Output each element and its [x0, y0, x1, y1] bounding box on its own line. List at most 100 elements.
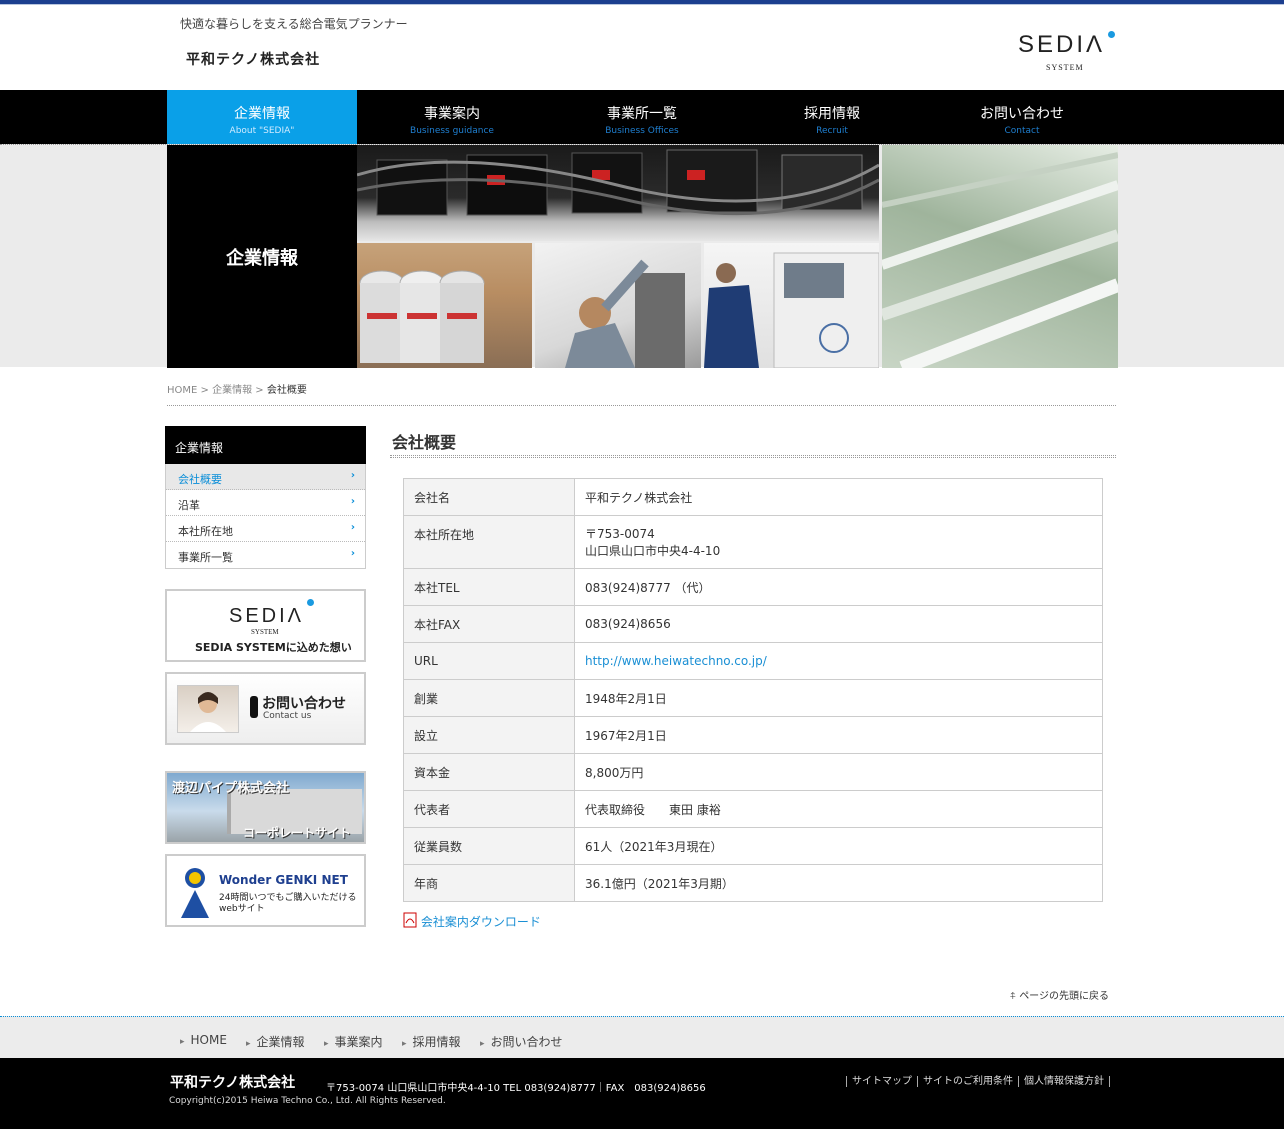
contact-banner[interactable]: お問い合わせ Contact us: [165, 672, 366, 745]
row-label: 設立: [403, 716, 575, 754]
table-row: 会社名 平和テクノ株式会社: [403, 478, 1103, 516]
nav-item-offices[interactable]: 事業所一覧 Business Offices: [547, 90, 737, 144]
row-value: 083(924)8656: [574, 605, 1103, 643]
sidebar-item-overview[interactable]: 会社概要 ›: [166, 464, 365, 490]
table-row: 本社所在地 〒753-0074 山口県山口市中央4-4-10: [403, 515, 1103, 569]
footer-nav-home[interactable]: ▸ HOME: [180, 1033, 227, 1047]
row-label: 従業員数: [403, 827, 575, 865]
row-label: URL: [403, 642, 575, 680]
company-logo[interactable]: 平和テクノ株式会社: [186, 49, 320, 69]
mascot-icon: [181, 868, 209, 918]
nav-item-contact[interactable]: お問い合わせ Contact: [927, 90, 1117, 144]
footer-nav-label: 事業案内: [334, 1035, 383, 1049]
hero-photo-pipes-art: [882, 152, 1118, 368]
hero-photo-cables-art: [359, 270, 485, 363]
sidebar-item-offices[interactable]: 事業所一覧 ›: [166, 542, 365, 568]
contact-banner-title: お問い合わせ: [262, 696, 346, 712]
sedia-logo[interactable]: SEDIΛ SYSTEM: [1018, 31, 1118, 77]
hero-title: 企業情報: [167, 145, 357, 368]
company-info-table: 会社名 平和テクノ株式会社 本社所在地 〒753-0074 山口県山口市中央4-4-1…: [403, 478, 1103, 902]
wonder-genki-banner[interactable]: Wonder GENKI NET 24時間いつでもご購入いただける webサイト: [165, 854, 366, 927]
nav-item-recruit[interactable]: 採用情報 Recruit: [737, 90, 927, 144]
nav-label: 企業情報: [234, 106, 290, 122]
hero-photo-pipes: [882, 145, 1118, 368]
watanabe-banner-sub: コーポレートサイト: [243, 826, 352, 840]
chevron-right-icon: ▸: [480, 1039, 485, 1049]
breadcrumb-separator: >: [255, 385, 264, 396]
pdf-icon: [403, 912, 417, 928]
chevron-right-icon: ›: [350, 522, 355, 533]
back-to-top-link[interactable]: ⍏ ページの先頭に戻る: [1010, 987, 1109, 1002]
sidebar-item-label: 沿革: [178, 499, 200, 512]
brochure-download-link[interactable]: 会社案内ダウンロード: [403, 912, 541, 930]
watanabe-pipe-banner[interactable]: 渡辺パイプ株式会社 コーポレートサイト: [165, 771, 366, 844]
footer-nav-contact[interactable]: ▸ お問い合わせ: [480, 1033, 563, 1050]
site-footer: 平和テクノ株式会社 〒753-0074 山口県山口市中央4-4-10 TEL 0…: [0, 1058, 1284, 1129]
contact-banner-sub: Contact us: [263, 711, 312, 721]
nav-sublabel: Contact: [1004, 126, 1040, 136]
footer-nav-business[interactable]: ▸ 事業案内: [324, 1033, 383, 1050]
row-value: 1948年2月1日: [574, 679, 1103, 717]
chevron-right-icon: ›: [350, 548, 355, 559]
footer-link-terms[interactable]: サイトのご利用条件: [917, 1076, 1018, 1087]
sidebar-item-history[interactable]: 沿革 ›: [166, 490, 365, 516]
footer-nav-label: 採用情報: [412, 1035, 461, 1049]
row-label: 本社所在地: [403, 515, 575, 569]
table-row: 年商 36.1億円（2021年3月期）: [403, 864, 1103, 902]
breadcrumb-separator: >: [200, 385, 209, 396]
hero-photo-van: [704, 243, 879, 368]
table-row: 従業員数 61人（2021年3月現在）: [403, 827, 1103, 865]
chevron-right-icon: ›: [350, 496, 355, 507]
row-value: 代表取締役 東田 康裕: [574, 790, 1103, 828]
sidebar-menu: 会社概要 › 沿革 › 本社所在地 › 事業所一覧 ›: [165, 464, 366, 569]
sidebar-item-label: 本社所在地: [178, 525, 233, 538]
nav-sublabel: Business Offices: [605, 126, 679, 136]
watanabe-banner-title: 渡辺パイプ株式会社: [172, 781, 290, 796]
footer-link-sitemap[interactable]: サイトマップ: [846, 1076, 917, 1087]
table-row: 本社FAX 083(924)8656: [403, 605, 1103, 643]
website-link[interactable]: http://www.heiwatechno.co.jp/: [585, 654, 767, 668]
genki-banner-title: Wonder GENKI NET: [219, 873, 348, 887]
nav-label: 事業案内: [424, 106, 480, 122]
footer-link-privacy[interactable]: 個人情報保護方針: [1018, 1076, 1110, 1087]
row-label: 本社FAX: [403, 605, 575, 643]
table-row: 設立 1967年2月1日: [403, 716, 1103, 754]
row-label: 年商: [403, 864, 575, 902]
chevron-right-icon: ›: [350, 470, 355, 481]
sidebar: 企業情報 会社概要 › 沿革 › 本社所在地 › 事業所一覧 ›: [165, 426, 366, 569]
table-row: URL http://www.heiwatechno.co.jp/: [403, 642, 1103, 680]
address: 山口県山口市中央4-4-10: [585, 544, 721, 558]
sidebar-item-label: 事業所一覧: [178, 551, 233, 564]
sedia-logo-word: SEDIΛ: [1018, 31, 1106, 58]
sedia-system-banner[interactable]: SEDIΛ SYSTEM SEDIA SYSTEMに込めた想い: [165, 589, 366, 662]
sidebar-item-headquarters[interactable]: 本社所在地 ›: [166, 516, 365, 542]
postal-code: 〒753-0074: [585, 527, 655, 541]
footer-nav-about[interactable]: ▸ 企業情報: [246, 1033, 305, 1050]
sidebar-heading: 企業情報: [165, 426, 366, 464]
main-content: 会社概要 会社名 平和テクノ株式会社 本社所在地 〒753-0074 山口県山口市中央…: [390, 426, 1116, 929]
arrow-up-icon: ⍏: [1010, 991, 1016, 1002]
hero-photo-panels: [357, 145, 879, 241]
title-divider: [390, 455, 1116, 456]
nav-item-business[interactable]: 事業案内 Business guidance: [357, 90, 547, 144]
footer-nav-label: お問い合わせ: [490, 1035, 563, 1049]
breadcrumb-parent[interactable]: 企業情報: [212, 385, 252, 396]
row-label: 会社名: [403, 478, 575, 516]
nav-item-about[interactable]: 企業情報 About "SEDIA": [167, 90, 357, 144]
row-value: 8,800万円: [574, 753, 1103, 791]
footer-links: サイトマップ サイトのご利用条件 個人情報保護方針: [846, 1072, 1110, 1087]
breadcrumb: HOME > 企業情報 > 会社概要: [167, 381, 307, 396]
banner-sedia-word: SEDIΛ: [229, 605, 305, 627]
hero-section: 企業情報: [0, 144, 1284, 368]
back-to-top-label: ページの先頭に戻る: [1019, 991, 1109, 1002]
hero-photo-cables: [357, 243, 532, 368]
nav-label: 事業所一覧: [607, 106, 677, 122]
table-row: 代表者 代表取締役 東田 康裕: [403, 790, 1103, 828]
brochure-download-label: 会社案内ダウンロード: [420, 915, 541, 929]
breadcrumb-home[interactable]: HOME: [167, 385, 197, 396]
nav-sublabel: Business guidance: [410, 126, 494, 136]
footer-nav-recruit[interactable]: ▸ 採用情報: [402, 1033, 461, 1050]
global-nav: 企業情報 About "SEDIA" 事業案内 Business guidanc…: [0, 90, 1284, 144]
row-label: 創業: [403, 679, 575, 717]
footer-company-name: 平和テクノ株式会社: [170, 1075, 296, 1091]
